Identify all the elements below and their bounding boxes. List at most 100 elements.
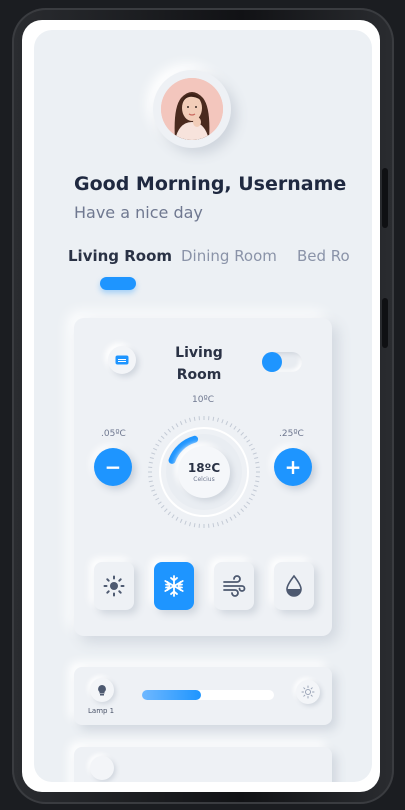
lamp-card-next [74, 747, 332, 782]
brightness-slider-fill [142, 690, 202, 700]
dial-tick [184, 419, 187, 424]
current-temp-value: 18ºC [187, 461, 221, 475]
dial-tick [193, 523, 196, 528]
dial-tick [157, 501, 162, 505]
card-title-line2: Room [176, 367, 222, 383]
dial-tick [151, 452, 156, 455]
dial-tick [148, 480, 153, 483]
mode-sun-button[interactable] [94, 562, 134, 610]
brightness-sun-icon[interactable] [296, 680, 320, 704]
mode-cool-button[interactable] [154, 562, 194, 610]
dial-tick [160, 505, 165, 509]
dial-tick [246, 439, 251, 443]
phone-side-button [382, 298, 388, 348]
greeting-subtitle: Have a nice day [74, 203, 203, 222]
dial-tick [250, 493, 255, 497]
lamp-label: Lamp 1 [88, 707, 115, 715]
dial-tick [148, 461, 153, 464]
temperature-dial[interactable]: 18ºC Celcius [142, 410, 266, 534]
dial-tick [179, 518, 183, 523]
dial-tick [167, 511, 171, 516]
dial-top-temp: 10ºC [192, 395, 214, 405]
dial-tick [189, 522, 192, 527]
dial-tick [243, 435, 248, 439]
increase-temp-button[interactable]: + [274, 448, 312, 486]
snowflake-icon [164, 575, 184, 597]
dial-tick [225, 421, 229, 426]
dial-tick [153, 447, 158, 451]
phone-screen: Good Morning, Username Have a nice day L… [22, 20, 380, 792]
dial-tick [151, 489, 156, 492]
lamp-card: Lamp 1 [74, 667, 332, 725]
dial-tick [175, 516, 179, 521]
mode-dry-button[interactable] [274, 562, 314, 610]
max-temp-label: .25ºC [279, 429, 304, 439]
temp-unit-label: Celcius [193, 476, 215, 483]
dial-tick [216, 522, 219, 527]
dial-tick [149, 457, 154, 460]
active-tab-indicator [100, 277, 136, 290]
dial-tick [221, 419, 224, 424]
dial-tick [221, 520, 224, 525]
dial-tick [248, 443, 253, 447]
brightness-slider[interactable] [142, 690, 274, 700]
dial-readout: 18ºC Celcius [178, 446, 230, 498]
avatar-frame[interactable] [153, 70, 231, 148]
dial-tick [240, 432, 244, 436]
tab-bed-room[interactable]: Bed Ro [297, 247, 350, 265]
dial-tick [212, 416, 215, 421]
dial-tick [243, 505, 248, 509]
dial-tick [216, 417, 219, 422]
dial-tick [233, 514, 237, 519]
tab-dining-room[interactable]: Dining Room [181, 247, 277, 265]
air-conditioner-icon [108, 346, 136, 374]
dial-tick [149, 484, 154, 487]
dial-tick [193, 416, 196, 421]
mode-fan-button[interactable] [214, 562, 254, 610]
dial-tick [153, 493, 158, 497]
dial-tick [246, 501, 251, 505]
ac-control-card: Living Room 10ºC .05ºC .25ºC − + 18ºC Ce… [74, 318, 332, 636]
tab-living-room[interactable]: Living Room [68, 247, 172, 265]
dial-tick [167, 428, 171, 433]
sun-icon [103, 575, 125, 597]
wind-icon [223, 575, 246, 597]
dial-tick [252, 452, 257, 455]
dial-tick [229, 516, 233, 521]
card-title: Living Room [164, 342, 234, 386]
dial-tick [179, 421, 183, 426]
dial-tick [155, 443, 160, 447]
avatar [161, 78, 223, 140]
dial-tick [171, 514, 175, 519]
dial-tick [225, 518, 229, 523]
dial-tick [250, 447, 255, 451]
dial-tick [240, 508, 244, 512]
light-bulb-icon[interactable] [90, 756, 114, 780]
dial-tick [254, 484, 259, 487]
phone-side-button [382, 168, 388, 228]
toggle-knob [262, 352, 282, 372]
dial-tick [229, 423, 233, 428]
dial-tick [157, 439, 162, 443]
dial-tick [171, 425, 175, 430]
decrease-temp-button[interactable]: − [94, 448, 132, 486]
dial-tick [212, 523, 215, 528]
dial-tick [155, 497, 160, 501]
dial-tick [248, 497, 253, 501]
dial-tick [189, 417, 192, 422]
water-drop-icon [286, 574, 302, 597]
greeting-title: Good Morning, Username [74, 173, 347, 195]
dial-tick [233, 425, 237, 430]
avatar-photo [161, 78, 223, 140]
power-toggle[interactable] [262, 352, 302, 372]
dial-tick [164, 508, 168, 512]
card-title-line1: Living [175, 345, 223, 361]
min-temp-label: .05ºC [101, 429, 126, 439]
dial-tick [252, 489, 257, 492]
dial-tick [164, 432, 168, 436]
dial-tick [255, 480, 260, 483]
dial-tick [237, 428, 241, 433]
dial-tick [160, 435, 165, 439]
light-bulb-icon[interactable] [90, 678, 114, 702]
dial-tick [175, 423, 179, 428]
